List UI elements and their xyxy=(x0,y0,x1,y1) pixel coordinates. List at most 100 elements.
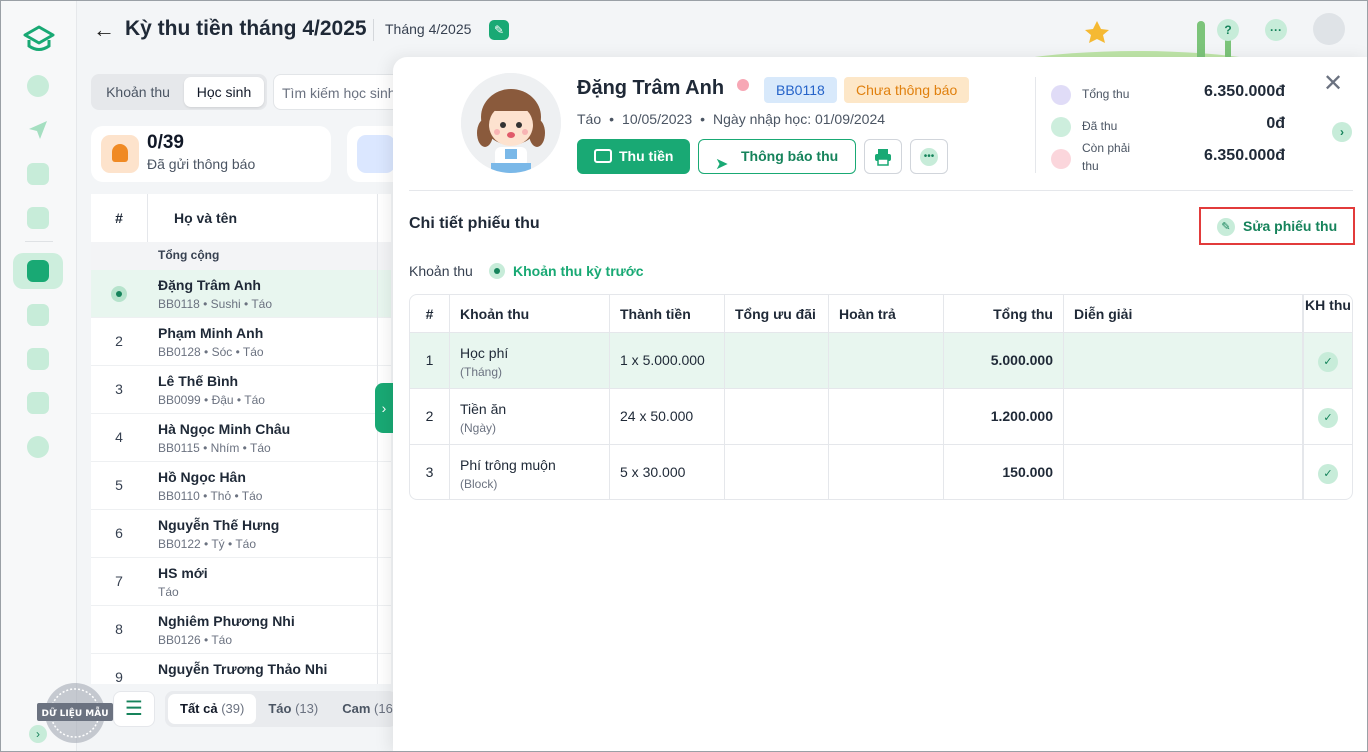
table-row[interactable]: 1 Học phí (Tháng) 1 x 5.000.000 5.000.000 ✓ xyxy=(410,333,1352,389)
fee-refund xyxy=(829,445,944,499)
fee-note xyxy=(1064,445,1304,499)
fee-discount xyxy=(725,445,829,499)
fee-note xyxy=(1064,389,1304,444)
group-icon xyxy=(357,135,395,173)
student-name: Nguyễn Thế Hưng xyxy=(158,517,280,533)
tab-khoan-thu[interactable]: Khoản thu xyxy=(95,77,181,107)
student-meta: BB0126 • Táo xyxy=(158,633,233,647)
edit-receipt-label: Sửa phiếu thu xyxy=(1243,218,1338,234)
next-student-icon[interactable]: › xyxy=(1332,122,1352,142)
tab-hoc-sinh[interactable]: Học sinh xyxy=(184,77,264,107)
collect-money-label: Thu tiền xyxy=(619,148,674,164)
collapse-panel-button[interactable]: › xyxy=(375,383,393,433)
check-icon[interactable]: ✓ xyxy=(1318,352,1338,372)
filter-tab[interactable]: Tất cả (39) xyxy=(168,694,257,724)
report-icon[interactable] xyxy=(27,392,49,414)
student-avatar xyxy=(461,73,561,173)
search-input[interactable]: Tìm kiếm học sinh xyxy=(273,74,413,110)
student-name: Nghiêm Phương Nhi xyxy=(158,613,295,629)
total-icon xyxy=(1051,85,1071,105)
table-row[interactable]: 2 Tiền ăn (Ngày) 24 x 50.000 1.200.000 ✓ xyxy=(410,389,1352,445)
send-notice-label: Thông báo thu xyxy=(741,148,839,164)
fee-name: Phí trông muộn xyxy=(460,457,556,473)
student-row[interactable]: 3 Lê Thế Bình BB0099 • Đậu • Táo xyxy=(91,366,391,414)
student-row[interactable]: Đặng Trâm Anh BB0118 • Sushi • Táo xyxy=(91,270,391,318)
col-name: Họ và tên xyxy=(174,210,238,226)
check-icon[interactable]: ✓ xyxy=(1318,464,1338,484)
student-row[interactable]: 9 Nguyễn Trương Thảo Nhi xyxy=(91,654,391,684)
summary-value-remaining: 6.350.000đ xyxy=(1204,147,1285,164)
fee-discount xyxy=(725,389,829,444)
send-notice-button[interactable]: ➤ Thông báo thu xyxy=(698,139,856,174)
wallet-icon[interactable] xyxy=(27,304,49,326)
student-row[interactable]: 4 Hà Ngọc Minh Châu BB0115 • Nhím • Táo xyxy=(91,414,391,462)
send-icon[interactable] xyxy=(27,119,49,141)
view-toggle: Khoản thu Học sinh xyxy=(91,74,267,110)
filter-tab[interactable]: Táo (13) xyxy=(256,694,330,724)
stat-label: Đã gửi thông báo xyxy=(147,156,256,172)
class-filter-tabs: Tất cả (39) Táo (13) Cam (16 xyxy=(165,691,397,727)
student-row[interactable]: 6 Nguyễn Thế Hưng BB0122 • Tý • Táo xyxy=(91,510,391,558)
chart-icon xyxy=(27,260,49,282)
student-row[interactable]: 5 Hồ Ngọc Hân BB0110 • Thỏ • Táo xyxy=(91,462,391,510)
filter-tab[interactable]: Cam (16 xyxy=(330,694,397,724)
folder-icon[interactable] xyxy=(27,163,49,185)
previous-fees-link[interactable]: Khoản thu kỳ trước xyxy=(513,263,644,279)
briefcase-icon[interactable] xyxy=(27,348,49,370)
student-row[interactable]: 2 Phạm Minh Anh BB0128 • Sóc • Táo xyxy=(91,318,391,366)
print-button[interactable] xyxy=(864,139,902,174)
student-name: Lê Thế Bình xyxy=(158,373,239,389)
filter-tab-count: (13) xyxy=(295,701,319,716)
fee-note xyxy=(1064,333,1304,388)
student-meta: BB0118 • Sushi • Táo xyxy=(158,297,273,311)
student-meta: BB0122 • Tý • Táo xyxy=(158,537,257,551)
student-row[interactable]: 7 HS mới Táo xyxy=(91,558,391,606)
app-logo-icon[interactable] xyxy=(21,23,57,55)
summary-value-total: 6.350.000đ xyxy=(1204,83,1285,100)
user-avatar[interactable] xyxy=(1313,13,1345,45)
collect-money-button[interactable]: Thu tiền xyxy=(577,139,690,174)
fee-amount: 24 x 50.000 xyxy=(610,389,725,444)
section-divider xyxy=(409,190,1353,191)
back-arrow-icon[interactable]: ← xyxy=(93,17,115,43)
summary-value-paid: 0đ xyxy=(1266,115,1285,132)
list-menu-button[interactable]: ☰ xyxy=(113,691,155,727)
student-name: Đặng Trâm Anh xyxy=(577,77,725,99)
fee-name: Tiền ăn xyxy=(460,401,507,417)
check-icon[interactable]: ✓ xyxy=(1318,408,1338,428)
filter-tab-label: Tất cả xyxy=(180,701,218,716)
send-icon: ➤ xyxy=(715,156,729,173)
dashboard-icon[interactable] xyxy=(27,75,49,97)
edit-period-icon[interactable]: ✎ xyxy=(489,20,509,40)
student-meta: BB0128 • Sóc • Táo xyxy=(158,345,264,359)
table-row[interactable]: 3 Phí trông muộn (Block) 5 x 30.000 150.000 ✓ xyxy=(410,445,1352,499)
header-divider xyxy=(373,19,374,41)
edit-receipt-button[interactable]: ✎ Sửa phiếu thu xyxy=(1199,207,1355,245)
summary-divider xyxy=(1035,77,1036,173)
student-enroll-date: Ngày nhập học: 01/09/2024 xyxy=(713,111,886,127)
health-icon[interactable] xyxy=(27,207,49,229)
more-actions-button[interactable]: ••• xyxy=(910,139,948,174)
filter-tab-count: (39) xyxy=(221,701,245,716)
nav-finance-active[interactable] xyxy=(13,253,63,289)
status-badge: Chưa thông báo xyxy=(844,77,970,103)
pencil-icon: ✎ xyxy=(1217,218,1235,236)
fee-total: 150.000 xyxy=(944,445,1064,499)
student-row[interactable]: 8 Nghiêm Phương Nhi BB0126 • Táo xyxy=(91,606,391,654)
settings-icon[interactable] xyxy=(27,436,49,458)
more-options-icon[interactable]: ··· xyxy=(1265,19,1287,41)
student-name: HS mới xyxy=(158,565,208,581)
app-window: › ← Kỳ thu tiền tháng 4/2025 Tháng 4/202… xyxy=(0,0,1368,752)
row-number: 2 xyxy=(115,333,123,349)
student-meta: Táo • 10/05/2023 • Ngày nhập học: 01/09/2024 xyxy=(577,111,886,127)
help-icon[interactable]: ? xyxy=(1217,19,1239,41)
fee-refund xyxy=(829,333,944,388)
student-name: Đặng Trâm Anh xyxy=(158,277,261,293)
fee-name-cell: Tiền ăn (Ngày) xyxy=(450,389,610,444)
more-icon: ••• xyxy=(920,148,938,167)
total-row: Tổng cộng xyxy=(91,242,391,270)
student-meta: BB0115 • Nhím • Táo xyxy=(158,441,271,455)
close-icon[interactable]: ✕ xyxy=(1323,69,1343,98)
paid-icon xyxy=(1051,117,1071,137)
fee-table: # Khoản thu Thành tiền Tổng ưu đãi Hoàn … xyxy=(409,294,1353,500)
